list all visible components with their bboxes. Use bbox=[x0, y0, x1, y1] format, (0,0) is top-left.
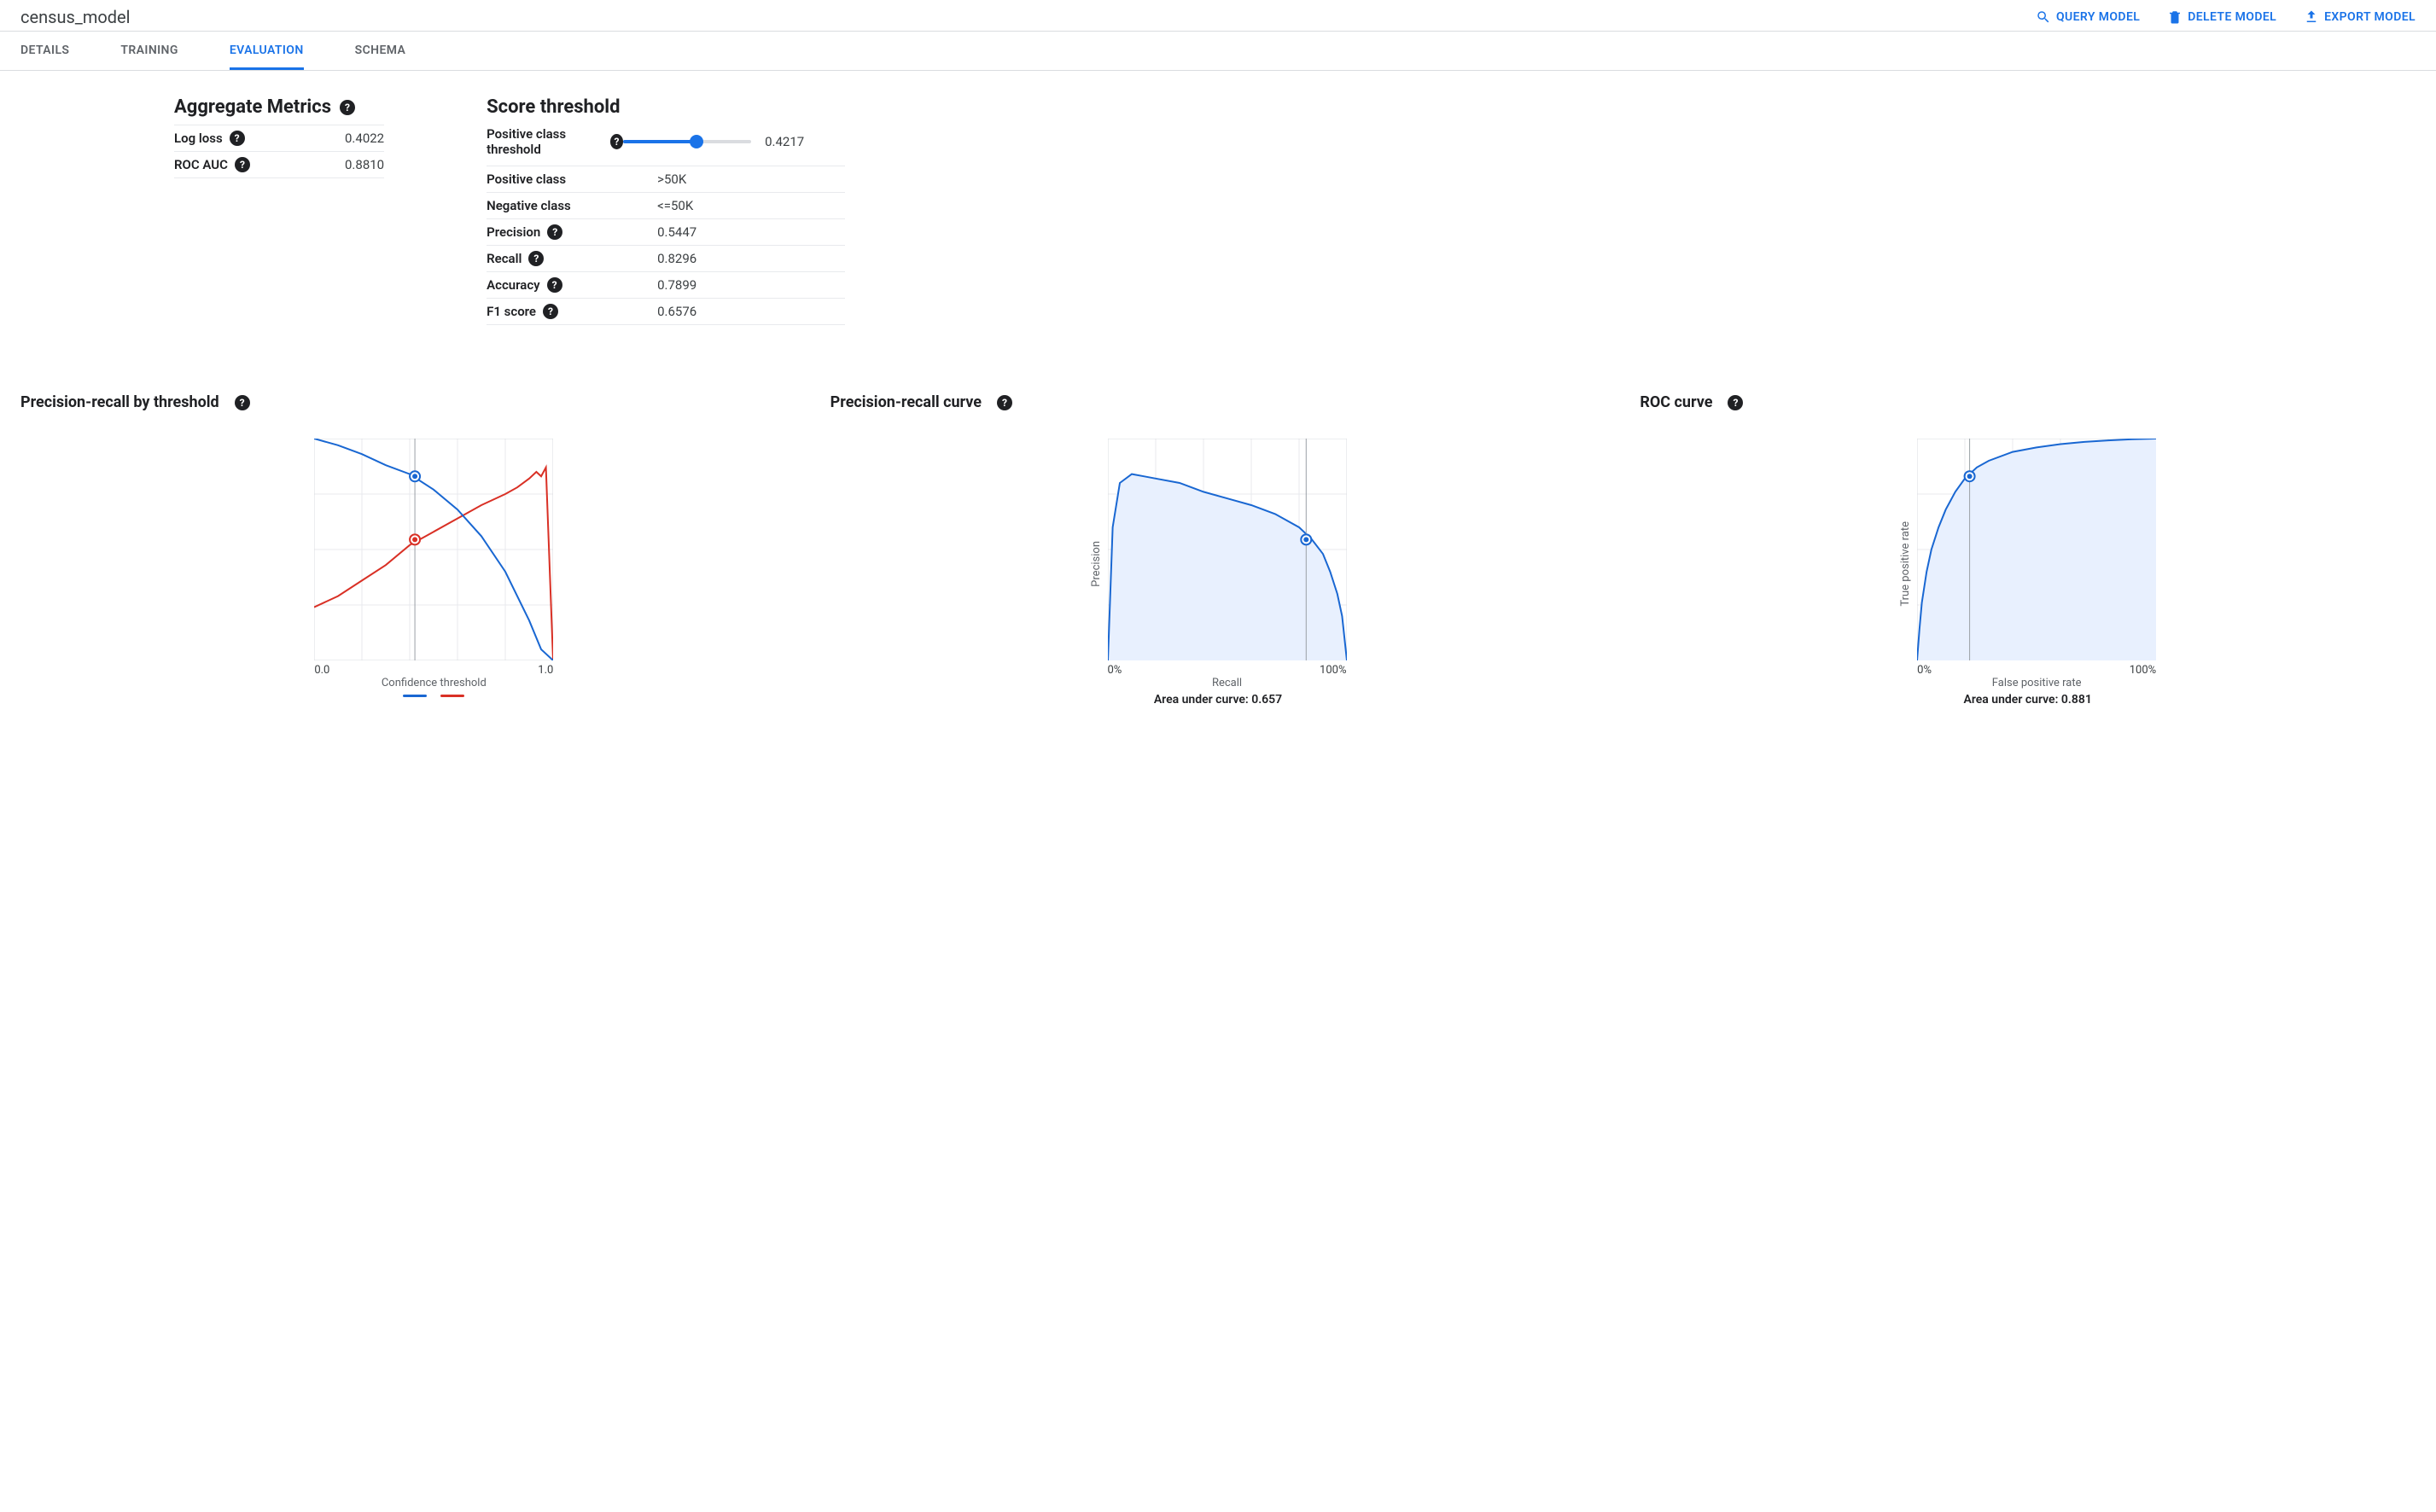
evaluation-page: Aggregate Metrics ? Log loss ? 0.4022 RO… bbox=[0, 71, 2436, 741]
y-axis-label: Precision bbox=[1090, 541, 1103, 587]
help-icon[interactable]: ? bbox=[1728, 395, 1743, 410]
model-title: census_model bbox=[20, 7, 2036, 27]
metric-value: 0.4022 bbox=[345, 131, 384, 146]
xtick-max: 1.0 bbox=[538, 664, 553, 677]
threshold-row-precision: Precision ? 0.5447 bbox=[487, 219, 845, 246]
metric-row-log-loss: Log loss ? 0.4022 bbox=[174, 125, 384, 152]
aggregate-metrics-panel: Aggregate Metrics ? Log loss ? 0.4022 RO… bbox=[174, 96, 384, 325]
chart-svg bbox=[1917, 439, 2156, 660]
export-model-label: EXPORT MODEL bbox=[2324, 10, 2416, 24]
aggregate-metrics-heading: Aggregate Metrics ? bbox=[174, 96, 384, 118]
xtick-min: 0.0 bbox=[314, 664, 329, 677]
chart-pr-curve: Precision-recall curve ? Precision 0% 10… bbox=[830, 393, 1606, 707]
row-value: >50K bbox=[657, 172, 686, 187]
chart-pr-by-threshold: Precision-recall by threshold ? 0.0 1.0 … bbox=[20, 393, 796, 707]
row-label: F1 score bbox=[487, 304, 536, 319]
row-label: Precision bbox=[487, 224, 540, 240]
threshold-slider[interactable] bbox=[623, 140, 751, 143]
row-value: <=50K bbox=[657, 198, 693, 213]
row-value: 0.5447 bbox=[657, 224, 696, 240]
slider-thumb[interactable] bbox=[690, 135, 703, 148]
row-label: Accuracy bbox=[487, 277, 540, 293]
export-model-button[interactable]: EXPORT MODEL bbox=[2304, 9, 2416, 25]
model-header: census_model QUERY MODEL DELETE MODEL EX… bbox=[0, 0, 2436, 32]
help-icon[interactable]: ? bbox=[543, 304, 558, 319]
chart-title-text: Precision-recall curve bbox=[830, 393, 982, 411]
help-icon[interactable]: ? bbox=[528, 251, 544, 266]
delete-model-button[interactable]: DELETE MODEL bbox=[2167, 9, 2276, 25]
chart-roc-curve: ROC curve ? True positive rate 0% 100% F… bbox=[1640, 393, 2416, 707]
row-label: Negative class bbox=[487, 198, 571, 213]
score-threshold-title: Score threshold bbox=[487, 96, 620, 118]
threshold-row-negative-class: Negative class <=50K bbox=[487, 193, 845, 219]
chart-title-text: Precision-recall by threshold bbox=[20, 393, 219, 411]
help-icon[interactable]: ? bbox=[997, 395, 1012, 410]
tab-evaluation[interactable]: EVALUATION bbox=[230, 32, 304, 70]
slider-fill bbox=[623, 140, 696, 143]
score-threshold-heading: Score threshold bbox=[487, 96, 845, 118]
x-axis-label: False positive rate bbox=[1917, 677, 2156, 689]
help-icon[interactable]: ? bbox=[235, 157, 250, 172]
threshold-row-recall: Recall ? 0.8296 bbox=[487, 246, 845, 272]
y-axis-label: True positive rate bbox=[1899, 521, 1912, 607]
tab-training[interactable]: TRAINING bbox=[120, 32, 178, 70]
threshold-slider-row: Positive class threshold ? 0.4217 bbox=[487, 125, 845, 166]
metric-row-roc-auc: ROC AUC ? 0.8810 bbox=[174, 152, 384, 178]
x-axis-label: Recall bbox=[1108, 677, 1347, 689]
chart-svg bbox=[314, 439, 553, 660]
threshold-slider-label: Positive class threshold bbox=[487, 126, 603, 157]
aggregate-metrics-title: Aggregate Metrics bbox=[174, 96, 331, 118]
upload-icon bbox=[2304, 9, 2319, 25]
row-value: 0.7899 bbox=[657, 277, 696, 293]
chart-auc-label: Area under curve: 0.657 bbox=[1154, 693, 1282, 707]
help-icon[interactable]: ? bbox=[547, 224, 562, 240]
delete-model-label: DELETE MODEL bbox=[2188, 10, 2276, 24]
help-icon[interactable]: ? bbox=[230, 131, 245, 146]
help-icon[interactable]: ? bbox=[610, 134, 623, 149]
tab-schema[interactable]: SCHEMA bbox=[355, 32, 406, 70]
legend-swatch-recall bbox=[403, 695, 427, 697]
xtick-min: 0% bbox=[1108, 664, 1122, 677]
header-actions: QUERY MODEL DELETE MODEL EXPORT MODEL bbox=[2036, 9, 2416, 25]
threshold-row-positive-class: Positive class >50K bbox=[487, 166, 845, 193]
xtick-max: 100% bbox=[2130, 664, 2156, 677]
threshold-slider-value: 0.4217 bbox=[765, 134, 804, 149]
threshold-row-f1: F1 score ? 0.6576 bbox=[487, 299, 845, 325]
query-model-label: QUERY MODEL bbox=[2056, 10, 2140, 24]
chart-legend bbox=[403, 695, 464, 697]
metric-label: Log loss bbox=[174, 131, 223, 146]
chart-title-text: ROC curve bbox=[1640, 393, 1712, 411]
tab-details[interactable]: DETAILS bbox=[20, 32, 69, 70]
query-model-button[interactable]: QUERY MODEL bbox=[2036, 9, 2140, 25]
chart-svg bbox=[1108, 439, 1347, 660]
xtick-max: 100% bbox=[1320, 664, 1346, 677]
help-icon[interactable]: ? bbox=[547, 277, 562, 293]
x-axis-label: Confidence threshold bbox=[382, 677, 487, 689]
trash-icon bbox=[2167, 9, 2182, 25]
metric-value: 0.8810 bbox=[345, 157, 384, 172]
help-icon[interactable]: ? bbox=[235, 395, 250, 410]
score-threshold-panel: Score threshold Positive class threshold… bbox=[487, 96, 845, 325]
row-value: 0.6576 bbox=[657, 304, 696, 319]
legend-swatch-precision bbox=[440, 695, 464, 697]
search-icon bbox=[2036, 9, 2051, 25]
metric-label: ROC AUC bbox=[174, 157, 228, 172]
help-icon[interactable]: ? bbox=[340, 100, 355, 115]
row-value: 0.8296 bbox=[657, 251, 696, 266]
threshold-row-accuracy: Accuracy ? 0.7899 bbox=[487, 272, 845, 299]
chart-auc-label: Area under curve: 0.881 bbox=[1964, 693, 2092, 707]
xtick-min: 0% bbox=[1917, 664, 1932, 677]
row-label: Recall bbox=[487, 251, 522, 266]
row-label: Positive class bbox=[487, 172, 566, 187]
model-tabs: DETAILS TRAINING EVALUATION SCHEMA bbox=[0, 32, 2436, 71]
